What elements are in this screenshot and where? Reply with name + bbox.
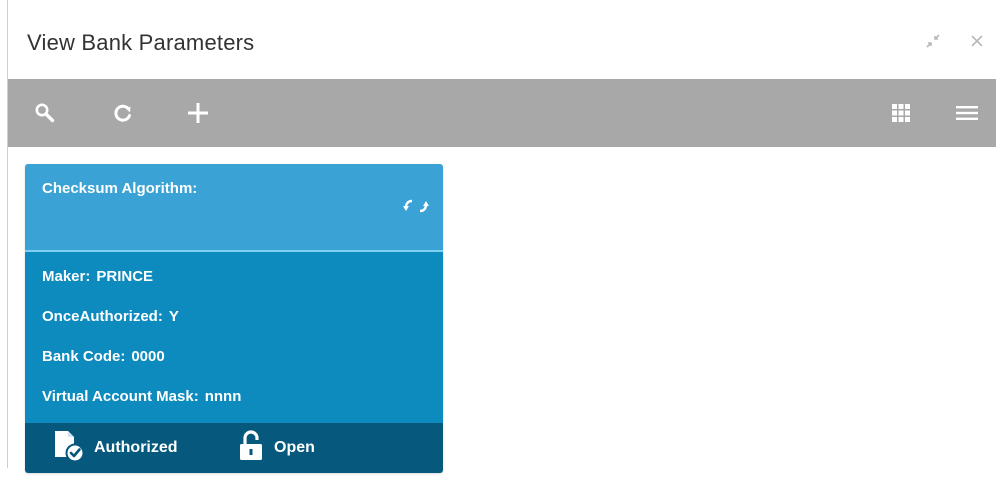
authorized-label: Authorized: [94, 439, 178, 456]
checksum-algorithm-label: Checksum Algorithm:: [42, 180, 198, 197]
authorized-status: Authorized: [52, 423, 178, 473]
collapse-icon[interactable]: [922, 30, 944, 52]
once-authorized-label: OnceAuthorized:: [42, 308, 163, 325]
maker-field: Maker: PRINCE: [42, 268, 153, 285]
view-bank-parameters-window: View Bank Parameters Checksum Algorithm:…: [0, 0, 996, 490]
refresh-icon[interactable]: [108, 79, 138, 147]
maker-label: Maker:: [42, 268, 91, 285]
bank-code-value: 0000: [131, 348, 165, 365]
grid-view-icon[interactable]: [886, 79, 916, 147]
card-header: Checksum Algorithm:: [25, 164, 443, 252]
add-icon[interactable]: [183, 79, 213, 147]
virtual-account-mask-label: Virtual Account Mask:: [42, 388, 199, 405]
window-left-border: [7, 0, 8, 468]
card-body: Maker: PRINCE OnceAuthorized: Y Bank Code:…: [25, 252, 443, 423]
virtual-account-mask-field: Virtual Account Mask: nnnn: [42, 388, 241, 405]
virtual-account-mask-value: nnnn: [204, 388, 242, 405]
list-view-icon[interactable]: [952, 79, 982, 147]
card-footer: Authorized Open: [25, 423, 443, 473]
search-icon[interactable]: [30, 79, 60, 147]
authorized-document-icon: [52, 429, 86, 468]
bank-parameter-card[interactable]: Checksum Algorithm: Maker: PRINCE OnceAut…: [25, 164, 443, 473]
once-authorized-field: OnceAuthorized: Y: [42, 308, 179, 325]
lock-status: Open: [236, 423, 315, 473]
bank-code-field: Bank Code: 0000: [42, 348, 165, 365]
close-icon[interactable]: [966, 30, 988, 52]
card-header-text: Checksum Algorithm:: [42, 180, 197, 197]
bank-code-label: Bank Code:: [42, 348, 126, 365]
unlock-icon: [236, 429, 266, 467]
toolbar: [8, 79, 996, 147]
maker-value: PRINCE: [96, 268, 154, 285]
window-controls: [922, 30, 988, 52]
open-label: Open: [274, 439, 315, 456]
window-title: View Bank Parameters: [27, 30, 255, 55]
once-authorized-value: Y: [168, 308, 179, 325]
swap-icon[interactable]: [403, 198, 429, 219]
